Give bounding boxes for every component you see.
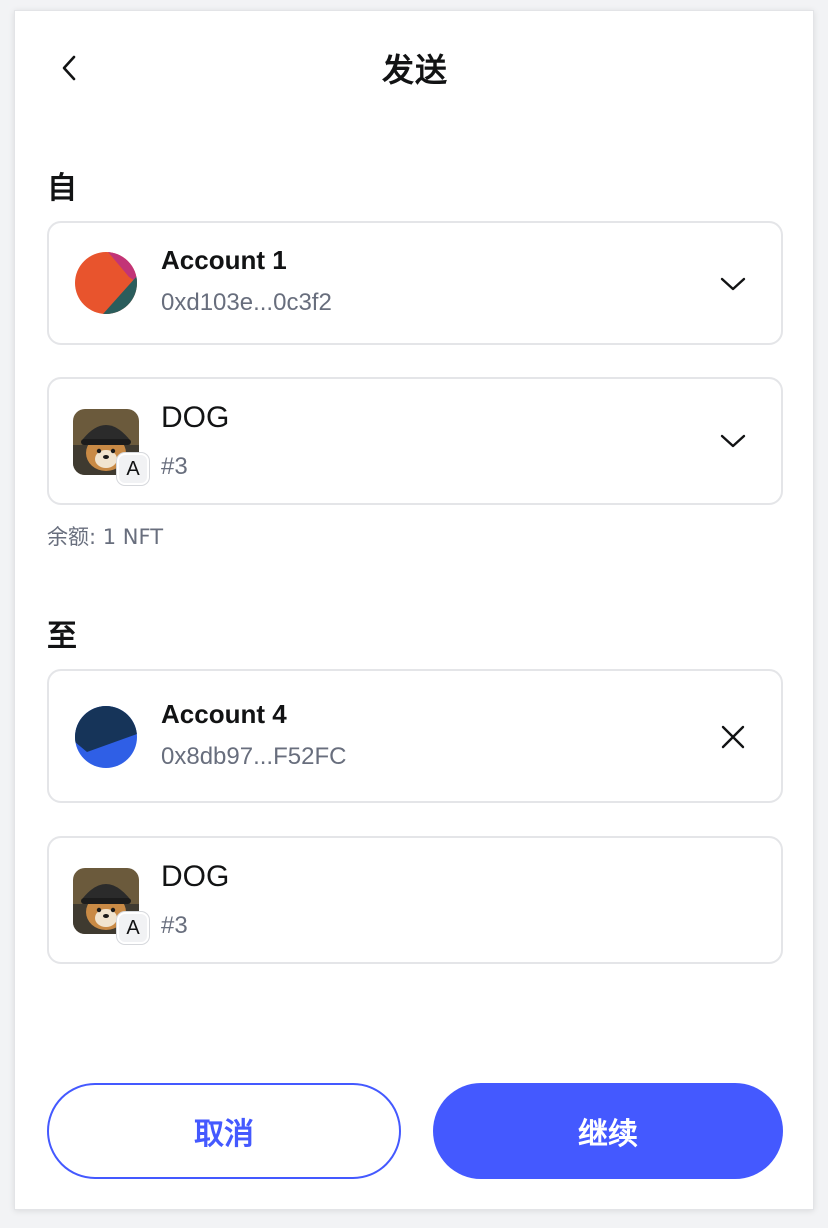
to-account-address: 0x8db97...F52FC: [161, 743, 347, 770]
nft-network-badge: A: [117, 453, 149, 485]
to-asset-token-id: #3: [161, 912, 188, 939]
from-asset-name: DOG: [161, 401, 230, 434]
cancel-button[interactable]: 取消: [47, 1083, 401, 1179]
header: 发送: [15, 11, 815, 123]
clear-recipient-button[interactable]: [715, 719, 751, 755]
nft-thumbnail: A: [73, 409, 149, 485]
chevron-down-icon: [720, 277, 746, 291]
from-account-address: 0xd103e...0c3f2: [161, 289, 332, 316]
chevron-down-icon: [720, 434, 746, 448]
to-account-field: Account 4 0x8db97...F52FC: [47, 669, 783, 803]
send-window: 发送 自 Account 1 0xd103e...0c3f2 A DOG #3 …: [14, 10, 814, 1210]
from-asset-selector[interactable]: A DOG #3: [47, 377, 783, 505]
from-label: 自: [47, 171, 77, 206]
account-1-avatar: [75, 252, 137, 314]
account-4-avatar: [75, 706, 137, 768]
page-title: 发送: [381, 51, 448, 89]
from-asset-dropdown[interactable]: [715, 423, 751, 459]
from-account-selector[interactable]: Account 1 0xd103e...0c3f2: [47, 221, 783, 345]
nft-thumbnail: A: [73, 868, 149, 944]
to-asset-name: DOG: [161, 860, 230, 893]
to-account-name: Account 4: [161, 699, 287, 729]
continue-button[interactable]: 继续: [433, 1083, 783, 1179]
from-account-dropdown[interactable]: [715, 266, 751, 302]
from-account-name: Account 1: [161, 245, 287, 275]
to-label: 至: [47, 619, 77, 654]
close-icon: [721, 725, 745, 749]
to-asset-card: A DOG #3: [47, 836, 783, 964]
from-asset-token-id: #3: [161, 453, 188, 480]
nft-network-badge: A: [117, 912, 149, 944]
balance-text: 余额: 1 NFT: [47, 525, 164, 549]
